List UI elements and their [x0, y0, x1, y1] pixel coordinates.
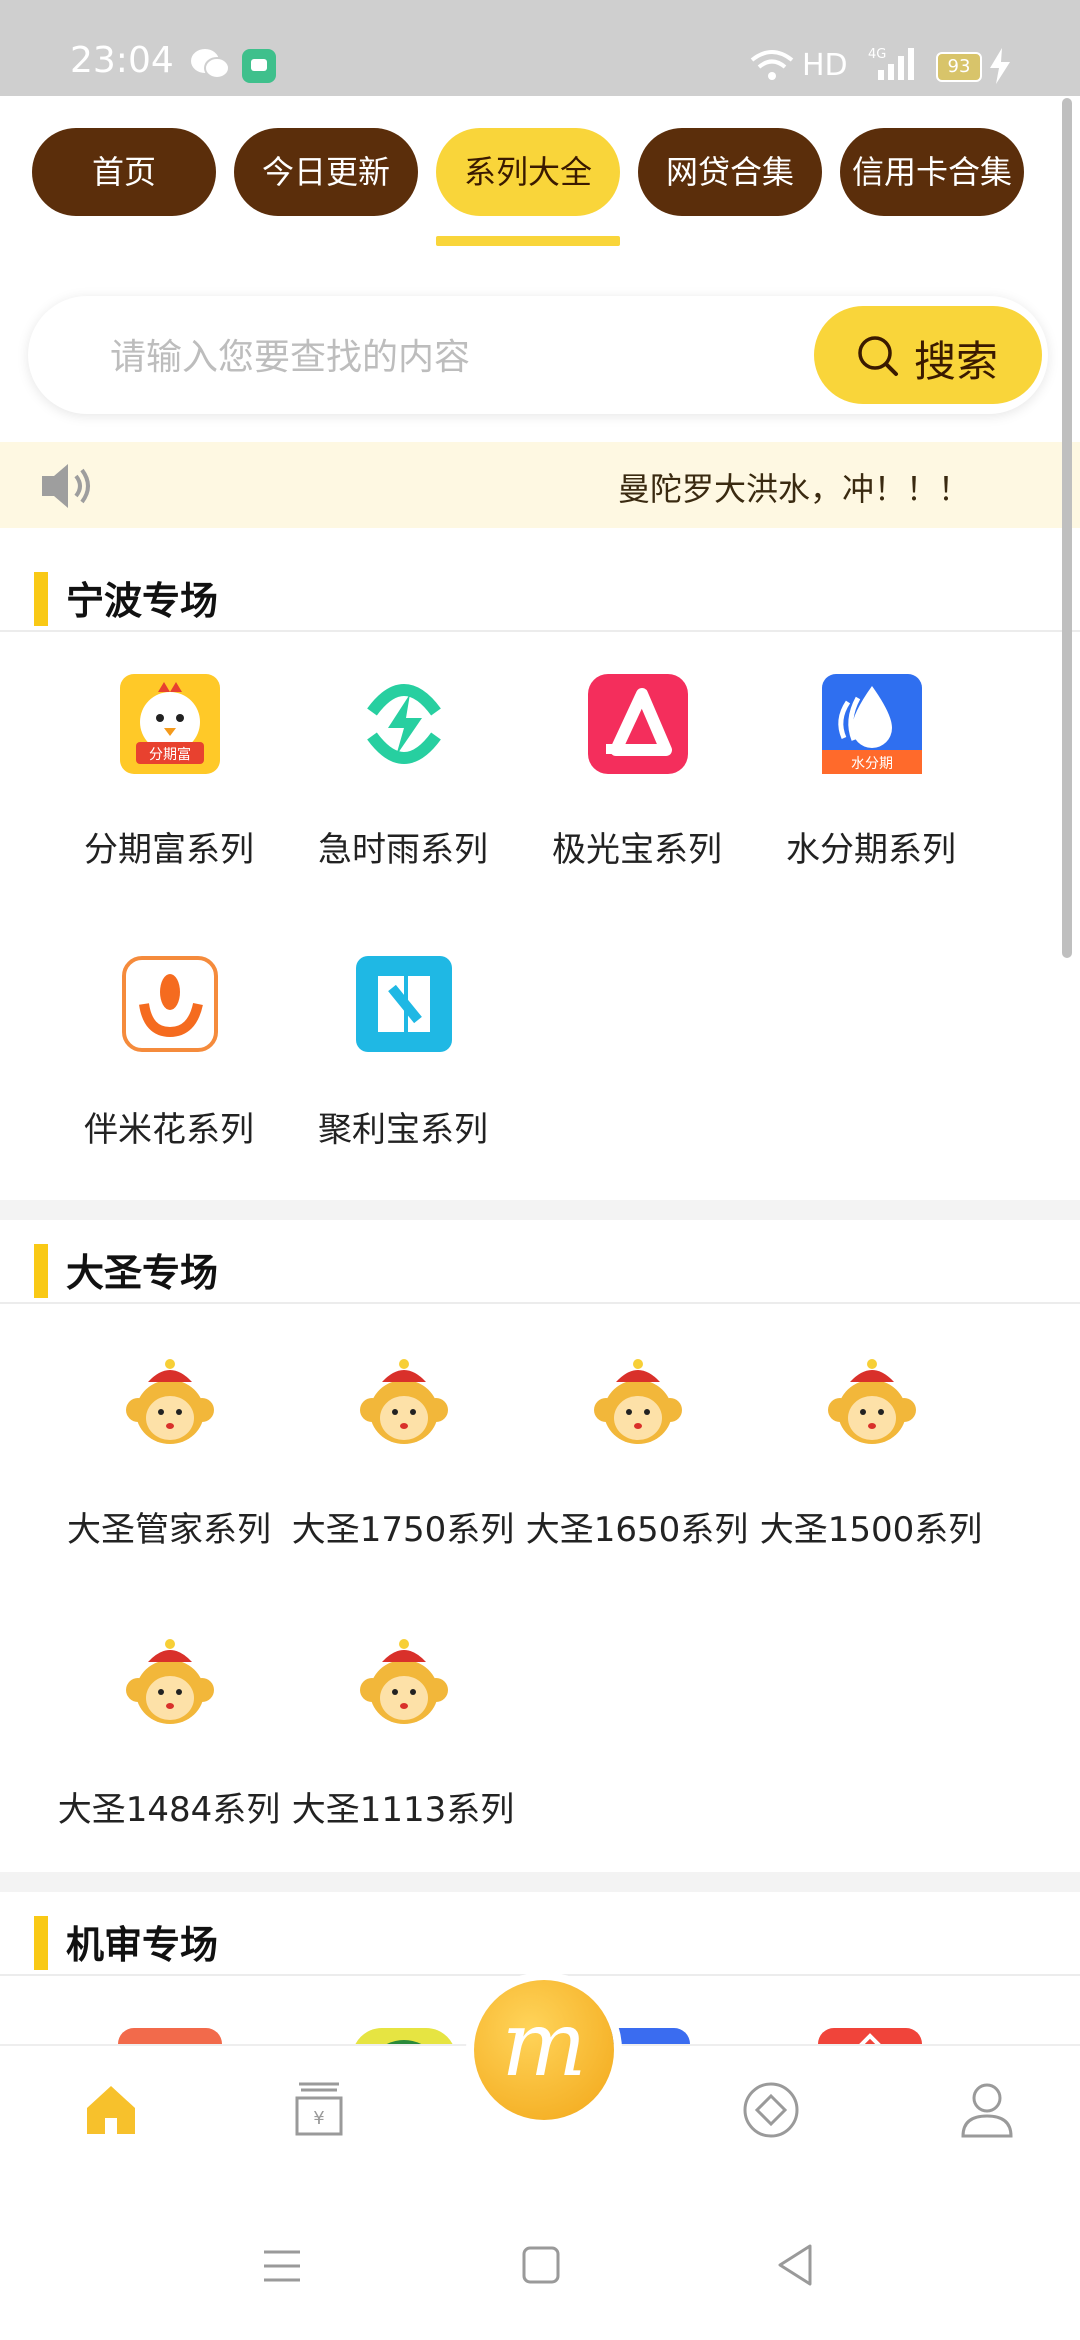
jishiyu-app-icon — [358, 678, 450, 770]
svg-text:4G: 4G — [868, 47, 886, 62]
series-name: 水分期系列 — [786, 830, 956, 870]
fenqifu-app-icon: 分期富 — [120, 674, 220, 774]
network-label: HD — [802, 48, 848, 83]
monkey-king-icon — [360, 1359, 448, 1444]
series-name: 大圣1500系列 — [759, 1510, 983, 1550]
section-accent-bar — [34, 1916, 48, 1970]
series-name: 分期富系列 — [84, 830, 254, 870]
series-item[interactable]: 大圣1650系列 — [520, 1352, 754, 1552]
home-icon — [87, 2086, 135, 2134]
nav-profile[interactable]: 我的 — [912, 2080, 1062, 2256]
section-header: 机审专场 — [0, 1904, 1080, 1976]
section-header: 宁波专场 — [0, 560, 1080, 632]
announcement-bar[interactable]: 曼陀罗大洪水，冲！！！ — [0, 442, 1080, 528]
search-button[interactable]: 搜索 — [814, 306, 1042, 404]
battery-indicator: 93 — [936, 52, 982, 82]
app-icon-partial[interactable] — [352, 2028, 456, 2044]
series-name: 大圣管家系列 — [67, 1510, 271, 1550]
series-name: 大圣1113系列 — [291, 1790, 515, 1830]
news-icon: ¥ — [295, 2082, 343, 2136]
page-scrollbar[interactable] — [1062, 98, 1072, 958]
section-accent-bar — [34, 1244, 48, 1298]
nav-finance[interactable]: 财经 — [696, 2080, 846, 2256]
jiguangbao-app-icon — [588, 674, 688, 774]
app-icon-partial[interactable] — [118, 2028, 222, 2044]
series-item[interactable]: 大圣1500系列 — [754, 1352, 988, 1552]
nav-news[interactable]: ¥ 资讯 — [244, 2080, 394, 2256]
section-title: 大圣专场 — [66, 1251, 219, 1295]
announcement-text: 曼陀罗大洪水，冲！！！ — [617, 470, 970, 508]
monkey-king-icon — [828, 1359, 916, 1444]
shuifenqi-logo-text: 水分期 — [851, 756, 893, 772]
app-icon-partial[interactable] — [818, 2028, 922, 2044]
search-icon — [858, 336, 898, 376]
section-accent-bar — [34, 572, 48, 626]
monkey-king-icon — [360, 1639, 448, 1724]
section-divider — [0, 1200, 1080, 1220]
status-time: 23:04 — [70, 40, 174, 81]
m-logo-icon[interactable]: m — [474, 1980, 614, 2120]
series-item[interactable]: 分期富 分期富系列 — [52, 672, 286, 872]
search-button-label: 搜索 — [914, 337, 999, 386]
julibao-app-icon — [356, 956, 452, 1052]
monkey-king-icon — [126, 1359, 214, 1444]
section-title: 机审专场 — [66, 1923, 219, 1967]
series-name: 极光宝系列 — [552, 830, 722, 870]
tab-credit-cards[interactable]: 信用卡合集 — [840, 128, 1024, 216]
charging-icon — [990, 48, 1010, 84]
message-app-icon — [242, 49, 276, 83]
profile-icon — [961, 2083, 1013, 2138]
monkey-king-icon — [126, 1639, 214, 1724]
tab-loans[interactable]: 网贷合集 — [638, 128, 822, 216]
shuifenqi-app-icon: 水分期 — [822, 674, 922, 774]
section-ningbo: 宁波专场 分期富 分期富系列 急时雨系列 极光宝系列 水分期 水分期系列 伴米花… — [0, 560, 1080, 1200]
series-item[interactable]: 大圣管家系列 — [52, 1352, 286, 1552]
svg-text:¥: ¥ — [313, 2108, 324, 2129]
wechat-icon — [191, 49, 230, 79]
series-name: 伴米花系列 — [84, 1110, 254, 1150]
back-icon[interactable] — [776, 2244, 814, 2286]
center-button-glyph: m — [501, 1992, 587, 2097]
search-input[interactable] — [108, 326, 772, 388]
wifi-icon — [750, 50, 794, 80]
series-item[interactable]: 聚利宝系列 — [286, 952, 520, 1152]
system-navigation-bar — [0, 2204, 1080, 2340]
banmihua-app-icon — [122, 956, 218, 1052]
series-name: 大圣1484系列 — [57, 1790, 281, 1830]
section-title: 宁波专场 — [66, 579, 219, 623]
tab-today-updates[interactable]: 今日更新 — [234, 128, 418, 216]
series-item[interactable]: 水分期 水分期系列 — [754, 672, 988, 872]
fenqifu-logo-text: 分期富 — [149, 746, 191, 763]
signal-icon: 4G — [868, 47, 914, 80]
series-item[interactable]: 极光宝系列 — [520, 672, 754, 872]
nav-supermarket[interactable]: 超市 — [36, 2080, 186, 2256]
tab-series[interactable]: 系列大全 — [436, 128, 620, 216]
series-name: 急时雨系列 — [318, 830, 488, 870]
search-bar: 搜索 — [28, 296, 1048, 414]
series-item[interactable]: 大圣1113系列 — [286, 1632, 520, 1832]
home-square-icon[interactable] — [522, 2246, 560, 2284]
section-divider — [0, 1872, 1080, 1892]
monkey-king-icon — [594, 1359, 682, 1444]
section-header: 大圣专场 — [0, 1232, 1080, 1304]
active-tab-indicator — [436, 236, 620, 246]
series-name: 大圣1650系列 — [525, 1510, 749, 1550]
series-item[interactable]: 急时雨系列 — [286, 672, 520, 872]
status-bar: 23:04 HD 4G 93 — [0, 0, 1080, 96]
finance-icon — [743, 2082, 799, 2138]
status-indicators: HD 4G 93 — [750, 44, 1080, 88]
tab-home[interactable]: 首页 — [32, 128, 216, 216]
series-name: 聚利宝系列 — [318, 1110, 488, 1150]
speaker-icon — [42, 464, 90, 508]
category-tabs: 首页 今日更新 系列大全 网贷合集 信用卡合集 — [0, 96, 1080, 256]
series-item[interactable]: 伴米花系列 — [52, 952, 286, 1152]
menu-icon[interactable] — [262, 2248, 302, 2284]
series-item[interactable]: 大圣1484系列 — [52, 1632, 286, 1832]
series-item[interactable]: 大圣1750系列 — [286, 1352, 520, 1552]
series-name: 大圣1750系列 — [291, 1510, 515, 1550]
section-dasheng: 大圣专场 大圣管家系列 大圣1750系列 大圣1650系列 大圣1500系列 大… — [0, 1232, 1080, 1872]
